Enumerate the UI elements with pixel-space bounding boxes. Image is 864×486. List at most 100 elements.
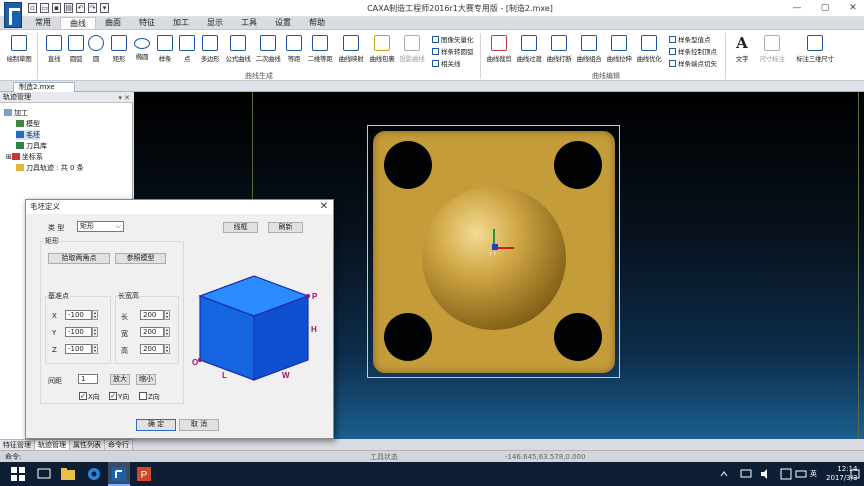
- menu-tab-help[interactable]: 帮助: [300, 17, 334, 29]
- dimension-button[interactable]: 尺寸标注: [758, 33, 786, 71]
- ime-icon[interactable]: [780, 468, 792, 480]
- curve-optimize-button[interactable]: 曲线优化: [635, 33, 663, 71]
- menu-tab-common[interactable]: 常用: [26, 17, 60, 29]
- document-tab[interactable]: 制造2.mxe: [13, 82, 75, 92]
- menu-tab-feature[interactable]: 特征: [130, 17, 164, 29]
- ribbon-separator: [37, 33, 38, 79]
- zoom-in-button[interactable]: 放大: [110, 374, 130, 385]
- width-input[interactable]: 200: [140, 327, 164, 337]
- curve-break-button[interactable]: 曲线打断: [545, 33, 573, 71]
- y-direction-checkbox[interactable]: ✓: [109, 392, 117, 400]
- tree-item-tool-library[interactable]: 刀具库: [16, 141, 47, 151]
- tab-track-manager[interactable]: 轨迹管理: [35, 440, 70, 450]
- zoom-out-button[interactable]: 缩小: [136, 374, 156, 385]
- task-view-icon[interactable]: [36, 466, 52, 482]
- projection-curve-button[interactable]: 投影曲线: [398, 33, 426, 71]
- tab-feature-manager[interactable]: 特征管理: [0, 440, 35, 450]
- customize-icon[interactable]: ▾: [100, 3, 109, 13]
- 3d-dimension-button[interactable]: 标注三维尺寸: [796, 33, 834, 71]
- tree-item-model[interactable]: 模型: [16, 119, 40, 129]
- maximize-button[interactable]: ▢: [818, 2, 832, 14]
- spline-to-arc-button[interactable]: 样条转圆弧: [432, 46, 474, 56]
- panel-bottom-tabs: 特征管理 轨迹管理 属性列表 命令行: [0, 439, 133, 450]
- notification-icon[interactable]: [850, 468, 860, 480]
- start-icon[interactable]: [10, 466, 26, 482]
- text-button[interactable]: A 文字: [728, 33, 756, 71]
- reference-model-button[interactable]: 参照模型: [115, 253, 166, 264]
- type-select[interactable]: 矩形 ⌵: [77, 221, 124, 232]
- edge-browser-icon[interactable]: [86, 466, 102, 482]
- pick-two-corners-button[interactable]: 拾取两角点: [48, 253, 110, 264]
- menu-tab-surface[interactable]: 曲面: [96, 17, 130, 29]
- close-button[interactable]: ✕: [846, 2, 860, 14]
- base-z-stepper[interactable]: ▴ ▾: [92, 344, 98, 354]
- offset-button[interactable]: 等距: [280, 33, 308, 71]
- tree-item-tool-path[interactable]: 刀具轨迹 : 共 0 条: [16, 163, 84, 173]
- keyboard-icon[interactable]: [795, 468, 807, 480]
- polygon-button[interactable]: 多边形: [196, 33, 224, 71]
- app-logo-icon[interactable]: [4, 2, 22, 28]
- minimize-button[interactable]: —: [790, 2, 804, 14]
- redo-icon[interactable]: ↷: [88, 3, 97, 13]
- curve-combine-button[interactable]: 曲线组合: [575, 33, 603, 71]
- command-prompt: 命令:: [5, 453, 22, 461]
- 2d-offset-button[interactable]: 二维等距: [306, 33, 334, 71]
- width-stepper[interactable]: ▴ ▾: [164, 327, 170, 337]
- spline-end-tangent-button[interactable]: 样条端点切矢: [669, 58, 717, 68]
- curve-map-button[interactable]: 曲线映射: [337, 33, 365, 71]
- spline-control-vertex-button[interactable]: 样条控制顶点: [669, 46, 717, 56]
- height-stepper[interactable]: ▴ ▾: [164, 344, 170, 354]
- powerpoint-icon[interactable]: P: [136, 466, 152, 482]
- volume-icon[interactable]: [760, 468, 772, 480]
- tab-property-list[interactable]: 属性列表: [70, 440, 105, 450]
- part-plate[interactable]: y x: [373, 131, 615, 373]
- undo-icon[interactable]: ↶: [76, 3, 85, 13]
- tab-command-line[interactable]: 命令行: [105, 440, 133, 450]
- base-y-stepper[interactable]: ▴ ▾: [92, 327, 98, 337]
- step-input[interactable]: 1: [78, 374, 98, 384]
- menu-tab-display[interactable]: 显示: [198, 17, 232, 29]
- curve-wrap-button[interactable]: 曲线包裹: [368, 33, 396, 71]
- curve-map-icon: [343, 35, 359, 51]
- tree-item-stock[interactable]: 毛坯: [16, 130, 40, 140]
- curve-trim-button[interactable]: 曲线裁剪: [485, 33, 513, 71]
- image-vectorize-button[interactable]: 图像矢量化: [432, 34, 474, 44]
- tree-item-coordinate-system[interactable]: ⊞ 坐标系: [6, 152, 43, 162]
- panel-pin-close-icon[interactable]: ▾ ✕: [118, 93, 130, 103]
- conic-curve-button[interactable]: 二次曲线: [254, 33, 282, 71]
- caxa-app-icon[interactable]: [108, 462, 130, 486]
- refresh-button[interactable]: 刷新: [268, 222, 303, 233]
- print-icon[interactable]: ▤: [64, 3, 73, 13]
- formula-curve-button[interactable]: 公式曲线: [224, 33, 252, 71]
- menu-tab-settings[interactable]: 设置: [266, 17, 300, 29]
- menu-tab-machining[interactable]: 加工: [164, 17, 198, 29]
- ok-button[interactable]: 确 定: [136, 419, 176, 431]
- length-stepper[interactable]: ▴ ▾: [164, 310, 170, 320]
- curve-stretch-button[interactable]: 曲线拉伸: [605, 33, 633, 71]
- spline-fit-point-button[interactable]: 样条型值点: [669, 34, 711, 44]
- curve-fillet-button[interactable]: 曲线过渡: [515, 33, 543, 71]
- sketch-button[interactable]: 绘制草图: [3, 33, 35, 71]
- input-language[interactable]: 英: [810, 469, 817, 479]
- dialog-close-button[interactable]: ✕: [320, 200, 328, 214]
- x-direction-checkbox[interactable]: ✓: [79, 392, 87, 400]
- wireframe-button[interactable]: 线框: [223, 222, 258, 233]
- tree-item-machining[interactable]: 加工: [4, 108, 28, 118]
- save-icon[interactable]: ▪: [52, 3, 61, 13]
- menu-tab-curve[interactable]: 曲线: [60, 17, 96, 29]
- file-explorer-icon[interactable]: [60, 466, 76, 482]
- base-x-stepper[interactable]: ▴ ▾: [92, 310, 98, 320]
- length-input[interactable]: 200: [140, 310, 164, 320]
- cancel-button[interactable]: 取 消: [179, 419, 219, 431]
- base-y-input[interactable]: -100: [65, 327, 92, 337]
- z-direction-checkbox[interactable]: [139, 392, 147, 400]
- height-input[interactable]: 200: [140, 344, 164, 354]
- tray-chevron-icon[interactable]: [720, 470, 728, 478]
- base-z-input[interactable]: -100: [65, 344, 92, 354]
- menu-tab-tools[interactable]: 工具: [232, 17, 266, 29]
- relative-line-button[interactable]: 相关线: [432, 58, 461, 68]
- network-icon[interactable]: [740, 468, 752, 480]
- open-file-icon[interactable]: ▭: [40, 3, 49, 13]
- new-file-icon[interactable]: ▫: [28, 3, 37, 13]
- base-x-input[interactable]: -100: [65, 310, 92, 320]
